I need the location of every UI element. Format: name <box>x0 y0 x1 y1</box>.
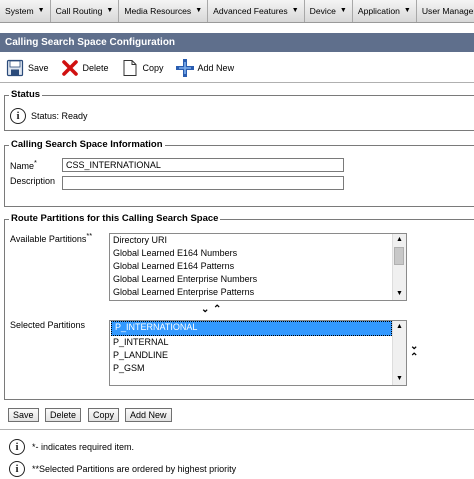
menu-system[interactable]: System ▼ <box>0 0 51 22</box>
priority-note-text: **Selected Partitions are ordered by hig… <box>32 464 237 474</box>
move-up-arrow-icon[interactable]: ⌃ <box>213 304 221 315</box>
scroll-up-icon[interactable]: ▲ <box>393 321 406 333</box>
list-item[interactable]: P_LANDLINE <box>110 349 406 362</box>
name-field[interactable]: CSS_INTERNATIONAL <box>62 158 344 172</box>
list-item[interactable]: P_INTERNAL <box>110 336 406 349</box>
toolbar-delete-label: Delete <box>82 63 109 73</box>
name-label-group: Name* <box>10 158 37 171</box>
selected-partitions-list[interactable]: P_INTERNATIONAL P_INTERNAL P_LANDLINE P_… <box>109 320 407 386</box>
scroll-thumb[interactable] <box>394 247 404 265</box>
status-row: i Status: Ready <box>10 108 88 124</box>
menu-label: Media Resources <box>124 6 192 16</box>
available-partitions-list[interactable]: Directory URI Global Learned E164 Number… <box>109 233 407 301</box>
priority-note: i **Selected Partitions are ordered by h… <box>9 461 236 477</box>
list-item[interactable]: Global Learned E164 Numbers <box>110 247 406 260</box>
status-text: Status: Ready <box>31 111 88 121</box>
available-list-scrollbar[interactable]: ▲ ▼ <box>392 234 406 300</box>
name-label: Name <box>10 161 35 171</box>
menu-media-resources[interactable]: Media Resources ▼ <box>119 0 209 22</box>
route-partitions-section: Route Partitions for this Calling Search… <box>4 213 474 400</box>
toolbar-divider <box>0 82 474 83</box>
menu-label: Application <box>357 6 400 16</box>
toolbar-save-button[interactable]: Save <box>6 59 49 77</box>
css-info-section: Calling Search Space Information Name* C… <box>4 139 474 207</box>
required-note: i *- indicates required item. <box>9 439 134 455</box>
css-info-heading: Calling Search Space Information <box>9 139 165 150</box>
list-item-selected[interactable]: P_INTERNATIONAL <box>111 321 392 336</box>
menu-label: System <box>5 6 34 16</box>
description-field[interactable] <box>62 176 344 190</box>
status-heading: Status <box>9 89 43 100</box>
add-plus-icon <box>175 59 194 77</box>
main-menu-bar: System ▼ Call Routing ▼ Media Resources ▼ A… <box>0 0 474 23</box>
menu-user-management[interactable]: User Managem <box>417 0 474 22</box>
page-title: Calling Search Space Configuration <box>0 33 474 52</box>
required-note-text: *- indicates required item. <box>32 442 135 452</box>
available-partitions-label-group: Available Partitions** <box>10 231 92 244</box>
save-icon <box>6 59 24 77</box>
caret-down-icon: ▼ <box>106 7 114 14</box>
bottom-copy-button[interactable]: Copy <box>88 408 120 422</box>
priority-marker: ** <box>86 231 93 240</box>
list-item[interactable]: Directory URI <box>110 234 406 247</box>
caret-down-icon: ▼ <box>291 7 299 14</box>
info-icon: i <box>10 108 26 124</box>
toolbar-copy-button[interactable]: Copy <box>121 59 164 77</box>
delete-x-icon <box>61 60 78 76</box>
menu-label: Call Routing <box>55 6 103 16</box>
priority-down-arrow-icon[interactable]: ⌄ <box>410 341 418 352</box>
caret-down-icon: ▼ <box>403 7 411 14</box>
priority-up-arrow-icon[interactable]: ⌃ <box>410 352 418 363</box>
toolbar: Save Delete Copy Add New <box>0 56 474 80</box>
menu-label: Advanced Features <box>213 6 288 16</box>
caret-down-icon: ▼ <box>37 7 45 14</box>
menu-label: Device <box>309 6 336 16</box>
route-partitions-heading: Route Partitions for this Calling Search… <box>9 213 221 224</box>
list-item[interactable]: Global Learned E164 Patterns <box>110 260 406 273</box>
selected-partitions-label: Selected Partitions <box>10 320 86 330</box>
available-partitions-label: Available Partitions <box>10 234 87 244</box>
copy-icon <box>123 60 137 76</box>
list-item[interactable]: Global Learned Enterprise Patterns <box>110 286 406 299</box>
toolbar-add-new-label: Add New <box>197 63 235 73</box>
list-item[interactable]: Global Learned Enterprise Numbers <box>110 273 406 286</box>
scroll-down-icon[interactable]: ▼ <box>393 288 406 300</box>
scroll-up-icon[interactable]: ▲ <box>393 234 406 246</box>
toolbar-copy-label: Copy <box>142 63 164 73</box>
info-icon: i <box>9 461 25 477</box>
bottom-save-button[interactable]: Save <box>8 408 39 422</box>
info-icon: i <box>9 439 25 455</box>
toolbar-delete-button[interactable]: Delete <box>61 59 109 77</box>
toolbar-save-label: Save <box>28 63 49 73</box>
bottom-add-new-button[interactable]: Add New <box>125 408 172 422</box>
menu-call-routing[interactable]: Call Routing ▼ <box>51 0 120 22</box>
bottom-delete-button[interactable]: Delete <box>45 408 82 422</box>
toolbar-add-new-button[interactable]: Add New <box>175 59 235 77</box>
footer-divider <box>0 429 474 430</box>
menu-advanced-features[interactable]: Advanced Features ▼ <box>208 0 305 22</box>
description-label: Description <box>10 176 56 186</box>
status-section: Status i Status: Ready <box>4 89 474 131</box>
list-item[interactable]: P_GSM <box>110 362 406 375</box>
scroll-down-icon[interactable]: ▼ <box>393 373 406 385</box>
caret-down-icon: ▼ <box>339 7 347 14</box>
move-down-arrow-icon[interactable]: ⌄ <box>201 304 209 315</box>
selected-list-scrollbar[interactable]: ▲ ▼ <box>392 321 406 385</box>
menu-device[interactable]: Device ▼ <box>305 0 353 22</box>
caret-down-icon: ▼ <box>195 7 203 14</box>
menu-label: User Managem <box>421 6 474 16</box>
menu-application[interactable]: Application ▼ <box>353 0 417 22</box>
required-marker: * <box>34 158 37 167</box>
